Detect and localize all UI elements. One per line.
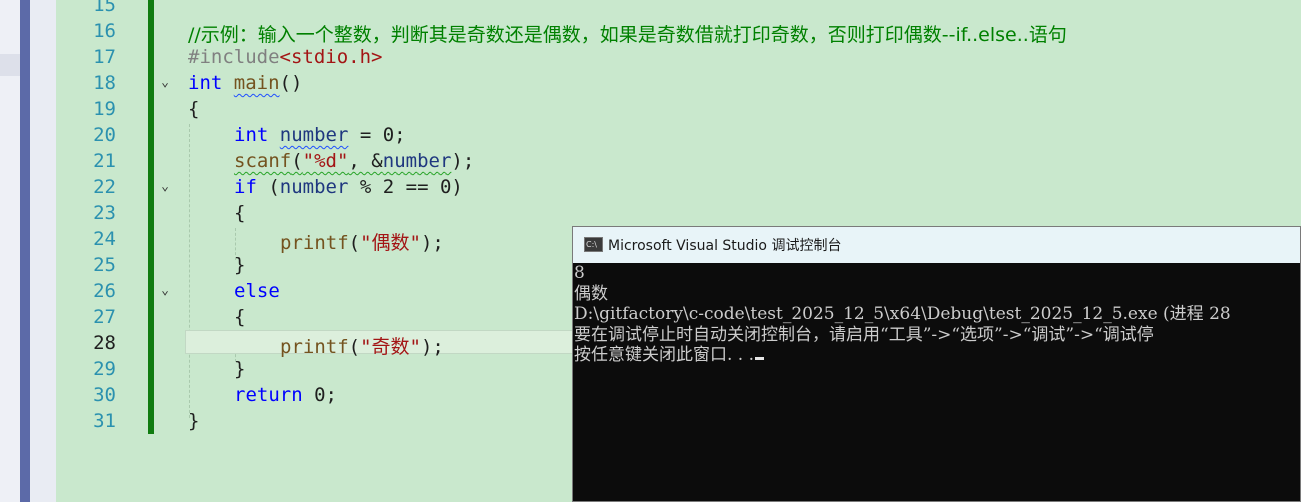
line-number: 27	[93, 306, 116, 328]
variable-number: number	[382, 150, 452, 172]
line-number: 15	[93, 0, 116, 16]
console-line: 按任意键关闭此窗口. . .	[574, 345, 1300, 366]
paren: (	[291, 150, 303, 172]
line-number: 28	[93, 332, 116, 354]
console-output[interactable]: 8 偶数 D:\gitfactory\c-code\test_2025_12_5…	[574, 263, 1300, 501]
debug-console-window[interactable]: C:\ Microsoft Visual Studio 调试控制台 8 偶数 D…	[572, 226, 1301, 502]
console-line: D:\gitfactory\c-code\test_2025_12_5\x64\…	[574, 304, 1231, 324]
if-condition: % 2 == 0)	[348, 176, 463, 198]
glyph-margin	[30, 0, 56, 502]
function-main: main	[233, 72, 280, 94]
console-title: Microsoft Visual Studio 调试控制台	[608, 238, 842, 254]
include-header: <stdio.h>	[279, 46, 383, 68]
paren: (	[268, 176, 280, 198]
line-number: 22	[93, 176, 116, 198]
left-panel-strip	[0, 0, 20, 502]
code-line[interactable]: 20 int number = 0;	[56, 122, 1301, 148]
function-scanf: scanf	[234, 150, 292, 172]
line-number: 18	[93, 72, 116, 94]
fold-chevron-icon[interactable]: ⌄	[157, 75, 173, 91]
include-directive: #include	[188, 46, 280, 68]
assign-zero: = 0;	[348, 124, 406, 146]
comment-text: //示例：输入一个整数，判断其是奇数还是偶数，如果是奇数借就打印奇数，否则打印偶…	[188, 24, 1067, 46]
editor-left-bar	[20, 0, 30, 502]
odd-string: "奇数"	[360, 336, 421, 358]
console-line: 要在调试停止时自动关闭控制台，请启用“工具”->“选项”->“调试”->“调试停	[574, 324, 1154, 345]
line-number: 23	[93, 202, 116, 224]
keyword-int: int	[188, 72, 223, 94]
paren-close: );	[420, 232, 444, 254]
code-line[interactable]: 15	[56, 0, 1301, 18]
keyword-int: int	[234, 124, 269, 146]
line-number: 20	[93, 124, 116, 146]
text-cursor	[755, 357, 765, 360]
close-brace: }	[234, 254, 246, 276]
format-string: "%d"	[302, 150, 349, 172]
close-brace: }	[188, 410, 200, 432]
code-line[interactable]: 18 ⌄ int main()	[56, 70, 1301, 96]
line-number: 29	[93, 358, 116, 380]
main-parens: ()	[279, 72, 303, 94]
function-printf: printf	[280, 232, 349, 254]
paren: (	[348, 232, 361, 254]
open-brace: {	[234, 306, 246, 328]
line-number: 26	[93, 280, 116, 302]
fold-chevron-icon[interactable]: ⌄	[157, 283, 173, 299]
console-line: 偶数	[574, 283, 608, 304]
close-brace: }	[234, 358, 246, 380]
line-number: 25	[93, 254, 116, 276]
code-line[interactable]: 17 #include<stdio.h>	[56, 44, 1301, 70]
line-number: 30	[93, 384, 116, 406]
variable-number: number	[279, 176, 349, 198]
console-line: 8	[574, 263, 585, 283]
code-line[interactable]: 23 {	[56, 200, 1301, 226]
line-number: 24	[93, 228, 116, 250]
code-line[interactable]: 19 {	[56, 96, 1301, 122]
paren: (	[348, 336, 361, 358]
open-brace: {	[188, 98, 200, 120]
keyword-if: if	[234, 176, 257, 198]
fold-chevron-icon[interactable]: ⌄	[157, 179, 173, 195]
line-number: 17	[93, 46, 116, 68]
keyword-else: else	[234, 280, 280, 302]
code-line[interactable]: 16 //示例：输入一个整数，判断其是奇数还是偶数，如果是奇数借就打印奇数，否则…	[56, 18, 1301, 46]
return-value: 0;	[302, 384, 337, 406]
function-printf: printf	[280, 336, 349, 358]
console-prompt-text: 按任意键关闭此窗口. . .	[574, 345, 755, 365]
code-line[interactable]: 21 scanf("%d", &number);	[56, 148, 1301, 174]
open-brace: {	[234, 202, 246, 224]
code-line[interactable]: 22 ⌄ if (number % 2 == 0)	[56, 174, 1301, 200]
line-number: 21	[93, 150, 116, 172]
comma-amp: , &	[348, 150, 383, 172]
paren-close: );	[420, 336, 444, 358]
paren-close: );	[451, 150, 475, 172]
line-number: 16	[93, 20, 116, 42]
console-app-icon: C:\	[584, 237, 603, 252]
left-panel-marker	[0, 54, 20, 76]
variable-number: number	[279, 124, 349, 146]
even-string: "偶数"	[360, 232, 421, 254]
console-titlebar[interactable]: C:\ Microsoft Visual Studio 调试控制台	[573, 227, 1300, 263]
keyword-return: return	[234, 384, 303, 406]
line-number: 31	[93, 410, 116, 432]
line-number: 19	[93, 98, 116, 120]
